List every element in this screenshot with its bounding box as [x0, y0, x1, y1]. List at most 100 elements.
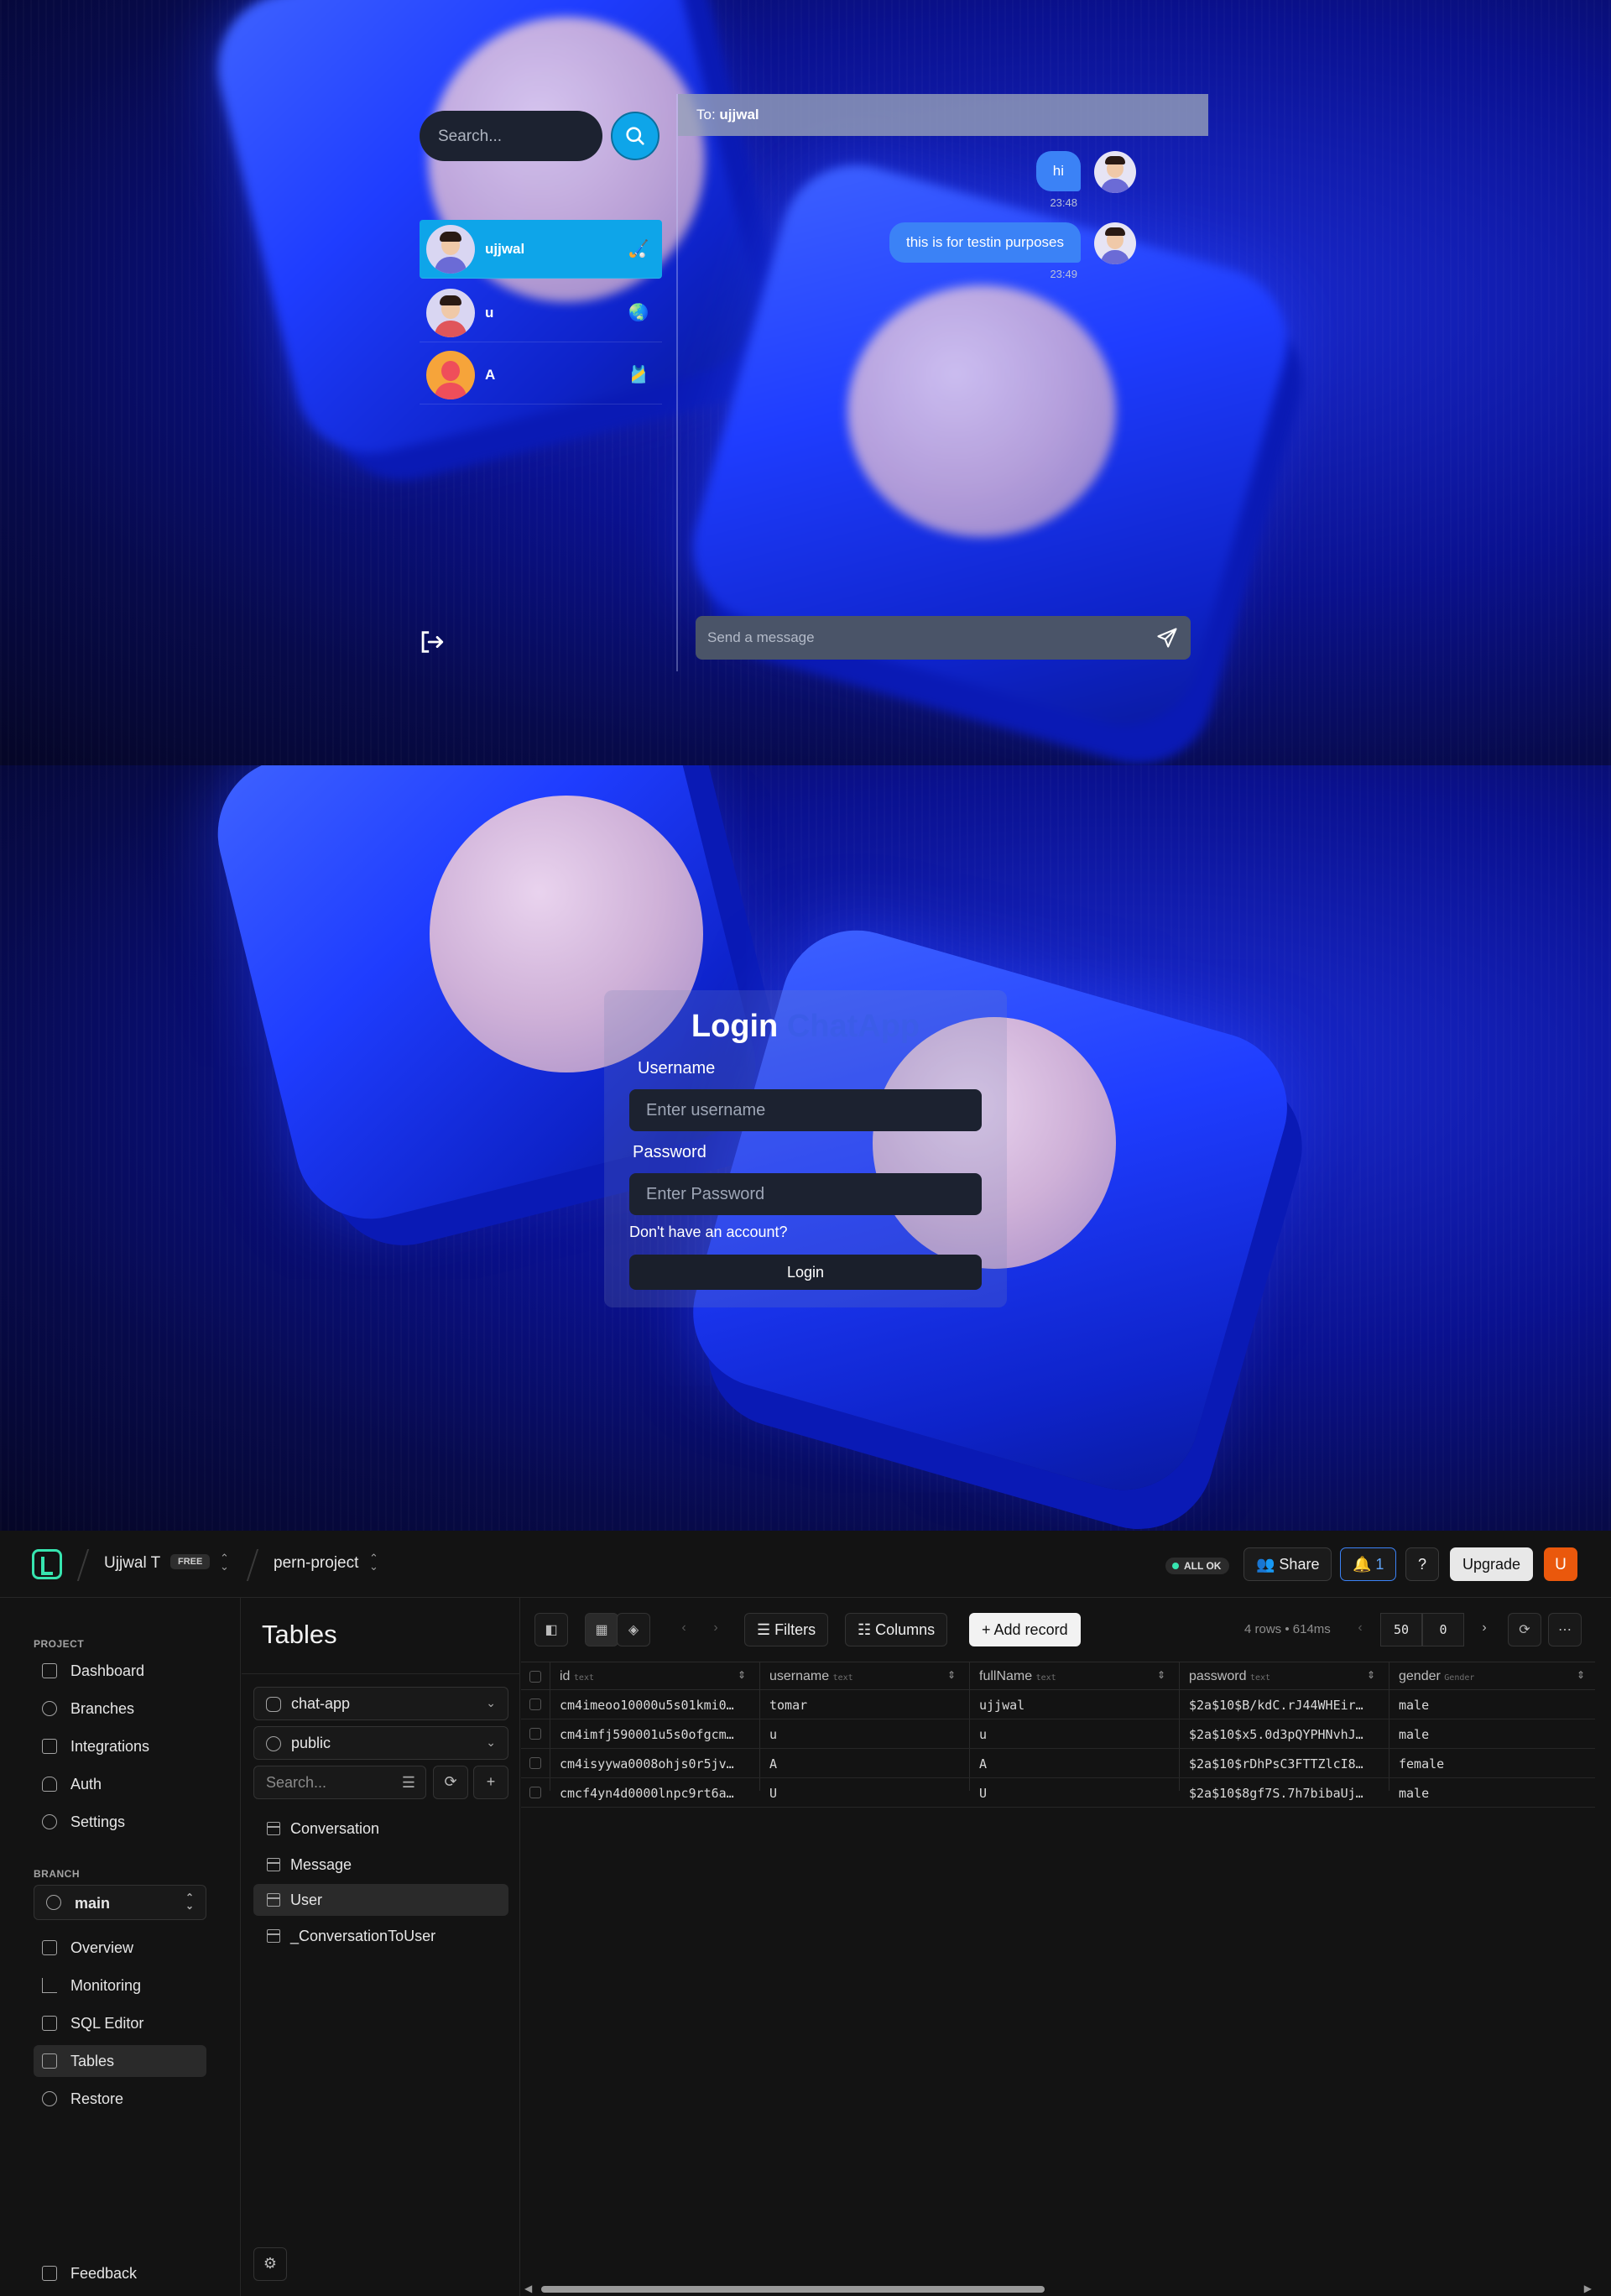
row-checkbox[interactable] — [529, 1787, 541, 1798]
cell-gender[interactable]: male — [1399, 1786, 1590, 1801]
logout-icon[interactable] — [417, 628, 446, 656]
table-search-input[interactable]: Search... ☰ — [253, 1766, 426, 1799]
cell-id[interactable]: cmcf4yn4d0000lnpc9rt6a… — [560, 1786, 751, 1801]
column-header-password[interactable]: password text — [1189, 1669, 1270, 1684]
cell-password[interactable]: $2a$10$x5.0d3pQYPHNvhJ… — [1189, 1727, 1380, 1742]
nav-auth[interactable]: Auth — [34, 1768, 206, 1800]
limit-input[interactable]: 50 — [1380, 1613, 1422, 1646]
sort-icon[interactable]: ⇕ — [1157, 1669, 1165, 1681]
nav-overview[interactable]: Overview — [34, 1932, 206, 1964]
filters-button[interactable]: ☰ Filters — [744, 1613, 829, 1646]
sidebar-toggle-button[interactable]: ◧ — [534, 1613, 568, 1646]
column-header-gender[interactable]: gender Gender — [1399, 1669, 1474, 1684]
cell-fullname[interactable]: u — [979, 1727, 1170, 1742]
schema-view-button[interactable]: ◈ — [617, 1613, 650, 1646]
status-badge[interactable]: ALL OK — [1165, 1558, 1230, 1574]
next-button[interactable]: › — [699, 1613, 733, 1646]
cell-fullname[interactable]: ujjwal — [979, 1698, 1170, 1713]
user-avatar[interactable]: U — [1544, 1547, 1577, 1581]
row-checkbox[interactable] — [529, 1728, 541, 1740]
column-header-username[interactable]: username text — [769, 1669, 853, 1684]
search-input[interactable]: Search... — [420, 111, 602, 161]
cell-fullname[interactable]: U — [979, 1786, 1170, 1801]
cell-username[interactable]: A — [769, 1756, 961, 1772]
branch-selector[interactable]: main ⌃ ⌄ — [34, 1885, 206, 1920]
scroll-right-icon[interactable]: ▶ — [1584, 2283, 1592, 2294]
chevron-updown-icon[interactable]: ⌃ ⌄ — [369, 1552, 378, 1572]
cell-username[interactable]: u — [769, 1727, 961, 1742]
database-select[interactable]: chat-app ⌄ — [253, 1687, 508, 1720]
cell-password[interactable]: $2a$10$B/kdC.rJ44WHEir… — [1189, 1698, 1380, 1713]
filter-icon[interactable]: ☰ — [402, 1774, 415, 1792]
prev-button[interactable]: ‹ — [667, 1613, 701, 1646]
schema-select[interactable]: public ⌄ — [253, 1726, 508, 1760]
table-item-message[interactable]: Message — [253, 1849, 508, 1881]
select-all-checkbox[interactable] — [529, 1671, 541, 1683]
scrollbar-thumb[interactable] — [541, 2286, 1045, 2293]
share-button[interactable]: 👥 Share — [1243, 1547, 1332, 1581]
cell-password[interactable]: $2a$10$8gf7S.7h7bibaUj… — [1189, 1786, 1380, 1801]
message-input[interactable]: Send a message — [696, 616, 1191, 660]
table-row[interactable]: cm4imfj590001u5s0ofgcm… u u $2a$10$x5.0d… — [521, 1719, 1595, 1749]
contact-item[interactable]: ujjwal 🏑 — [420, 220, 662, 279]
nav-dashboard[interactable]: Dashboard — [34, 1655, 206, 1687]
nav-branches[interactable]: Branches — [34, 1693, 206, 1725]
notifications-button[interactable]: 🔔 1 — [1340, 1547, 1397, 1581]
table-row[interactable]: cmcf4yn4d0000lnpc9rt6a… U U $2a$10$8gf7S… — [521, 1778, 1595, 1808]
grid-view-button[interactable]: ▦ — [585, 1613, 618, 1646]
table-row[interactable]: cm4imeoo10000u5s01kmi0… tomar ujjwal $2a… — [521, 1690, 1595, 1719]
cell-id[interactable]: cm4imfj590001u5s0ofgcm… — [560, 1727, 751, 1742]
cell-gender[interactable]: female — [1399, 1756, 1590, 1772]
offset-input[interactable]: 0 — [1422, 1613, 1464, 1646]
sort-icon[interactable]: ⇕ — [947, 1669, 956, 1681]
sort-icon[interactable]: ⇕ — [1367, 1669, 1375, 1681]
cell-id[interactable]: cm4isyywa0008ohjs0r5jv… — [560, 1756, 751, 1772]
nav-integrations[interactable]: Integrations — [34, 1730, 206, 1762]
table-row[interactable]: cm4isyywa0008ohjs0r5jv… A A $2a$10$rDhPs… — [521, 1749, 1595, 1778]
page-next-button[interactable]: › — [1468, 1613, 1501, 1646]
scroll-left-icon[interactable]: ◀ — [524, 2283, 532, 2294]
add-record-button[interactable]: + Add record — [969, 1613, 1081, 1646]
contact-item[interactable]: u 🌏 — [420, 284, 662, 342]
column-header-id[interactable]: id text — [560, 1669, 594, 1684]
columns-button[interactable]: ☷ Columns — [845, 1613, 948, 1646]
sort-icon[interactable]: ⇕ — [1577, 1669, 1585, 1681]
cell-username[interactable]: U — [769, 1786, 961, 1801]
cell-username[interactable]: tomar — [769, 1698, 961, 1713]
table-item-user[interactable]: User — [253, 1884, 508, 1916]
nav-restore[interactable]: Restore — [34, 2083, 206, 2115]
login-button[interactable]: Login — [629, 1255, 982, 1290]
feedback-link[interactable]: Feedback — [34, 2257, 206, 2289]
password-field[interactable]: Enter Password — [629, 1173, 982, 1215]
horizontal-scrollbar[interactable]: ◀ ▶ — [521, 2283, 1595, 2296]
page-prev-button[interactable]: ‹ — [1343, 1613, 1377, 1646]
table-item-conversation[interactable]: Conversation — [253, 1813, 508, 1845]
cell-id[interactable]: cm4imeoo10000u5s01kmi0… — [560, 1698, 751, 1713]
chevron-updown-icon[interactable]: ⌃ ⌄ — [220, 1552, 229, 1572]
signup-link[interactable]: Don't have an account? — [629, 1224, 788, 1241]
cell-fullname[interactable]: A — [979, 1756, 1170, 1772]
row-checkbox[interactable] — [529, 1757, 541, 1769]
nav-monitoring[interactable]: Monitoring — [34, 1970, 206, 2001]
table-settings-button[interactable]: ⚙ — [253, 2247, 287, 2281]
sort-icon[interactable]: ⇕ — [738, 1669, 746, 1681]
cell-gender[interactable]: male — [1399, 1727, 1590, 1742]
username-field[interactable]: Enter username — [629, 1089, 982, 1131]
search-button[interactable] — [611, 112, 660, 160]
neon-logo-icon[interactable] — [32, 1549, 62, 1579]
cell-gender[interactable]: male — [1399, 1698, 1590, 1713]
contact-item[interactable]: A 🎽 — [420, 346, 662, 404]
upgrade-button[interactable]: Upgrade — [1450, 1547, 1534, 1581]
row-checkbox[interactable] — [529, 1699, 541, 1710]
org-name[interactable]: Ujjwal T — [104, 1554, 160, 1573]
more-button[interactable]: ⋯ — [1548, 1613, 1582, 1646]
send-icon[interactable] — [1155, 626, 1179, 650]
nav-settings[interactable]: Settings — [34, 1806, 206, 1838]
cell-password[interactable]: $2a$10$rDhPsC3FTTZlcI8… — [1189, 1756, 1380, 1772]
add-table-button[interactable]: + — [473, 1766, 508, 1799]
table-item-conversation-to-user[interactable]: _ConversationToUser — [253, 1920, 508, 1952]
nav-sql-editor[interactable]: SQL Editor — [34, 2007, 206, 2039]
project-name[interactable]: pern-project — [274, 1554, 358, 1573]
refresh-button[interactable]: ⟳ — [433, 1766, 468, 1799]
refresh-button[interactable]: ⟳ — [1508, 1613, 1541, 1646]
